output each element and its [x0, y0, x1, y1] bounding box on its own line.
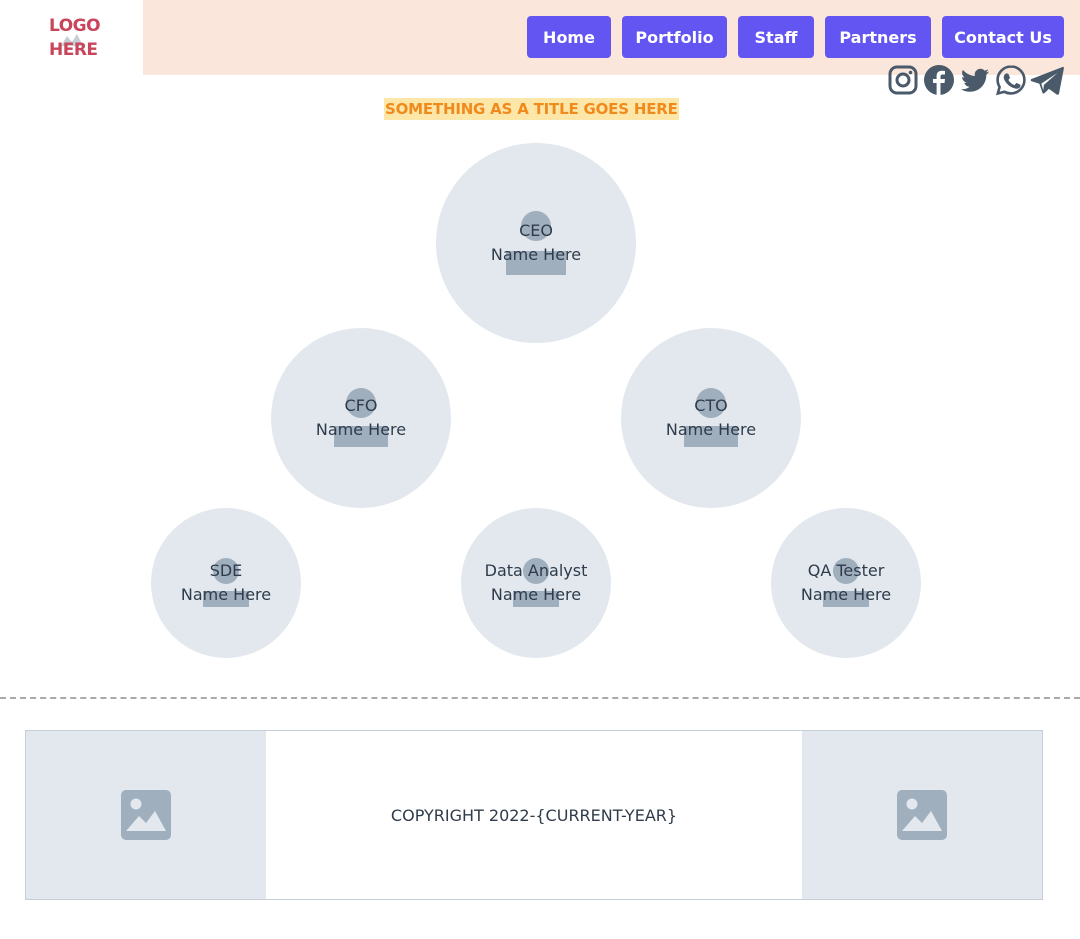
page-title: SOMETHING AS A TITLE GOES HERE: [384, 98, 679, 120]
org-node-cto[interactable]: CTO Name Here: [621, 328, 801, 508]
image-placeholder-icon: [897, 790, 947, 840]
footer-image-right: [802, 731, 1042, 899]
facebook-icon[interactable]: [922, 63, 956, 97]
org-role-label: CEO: [519, 221, 553, 240]
footer: COPYRIGHT 2022-{CURRENT-YEAR}: [25, 730, 1043, 900]
org-name-label: Name Here: [490, 245, 582, 264]
twitter-icon[interactable]: [958, 63, 992, 97]
instagram-icon[interactable]: [886, 63, 920, 97]
image-placeholder-icon: [121, 790, 171, 840]
page: LOGO HERE Home Portfolio Staff Partners …: [0, 0, 1080, 939]
org-name-label: Name Here: [315, 420, 407, 439]
whatsapp-icon[interactable]: [994, 63, 1028, 97]
org-name-label: Name Here: [665, 420, 757, 439]
org-role-label: SDE: [209, 561, 243, 580]
org-role-label: CFO: [344, 396, 378, 415]
logo[interactable]: LOGO HERE: [0, 0, 143, 75]
org-node-cfo[interactable]: CFO Name Here: [271, 328, 451, 508]
org-role-label: Data Analyst: [484, 561, 588, 580]
telegram-icon[interactable]: [1030, 63, 1064, 97]
org-role-label: CTO: [694, 396, 728, 415]
org-name-label: Name Here: [180, 585, 272, 604]
logo-text: LOGO HERE: [49, 16, 101, 60]
nav-portfolio-button[interactable]: Portfolio: [622, 16, 727, 58]
org-name-label: Name Here: [490, 585, 582, 604]
org-role-label: QA Tester: [807, 561, 885, 580]
org-node-ceo[interactable]: CEO Name Here: [436, 143, 636, 343]
org-name-label: Name Here: [800, 585, 892, 604]
nav-partners-button[interactable]: Partners: [825, 16, 931, 58]
copyright-text: COPYRIGHT 2022-{CURRENT-YEAR}: [390, 805, 678, 825]
org-node-data-analyst[interactable]: Data Analyst Name Here: [461, 508, 611, 658]
nav-staff-button[interactable]: Staff: [738, 16, 814, 58]
nav-home-button[interactable]: Home: [527, 16, 611, 58]
footer-image-left: [26, 731, 266, 899]
org-node-qa-tester[interactable]: QA Tester Name Here: [771, 508, 921, 658]
dashed-divider: [0, 697, 1080, 699]
nav-contact-us-button[interactable]: Contact Us: [942, 16, 1064, 58]
org-node-sde[interactable]: SDE Name Here: [151, 508, 301, 658]
